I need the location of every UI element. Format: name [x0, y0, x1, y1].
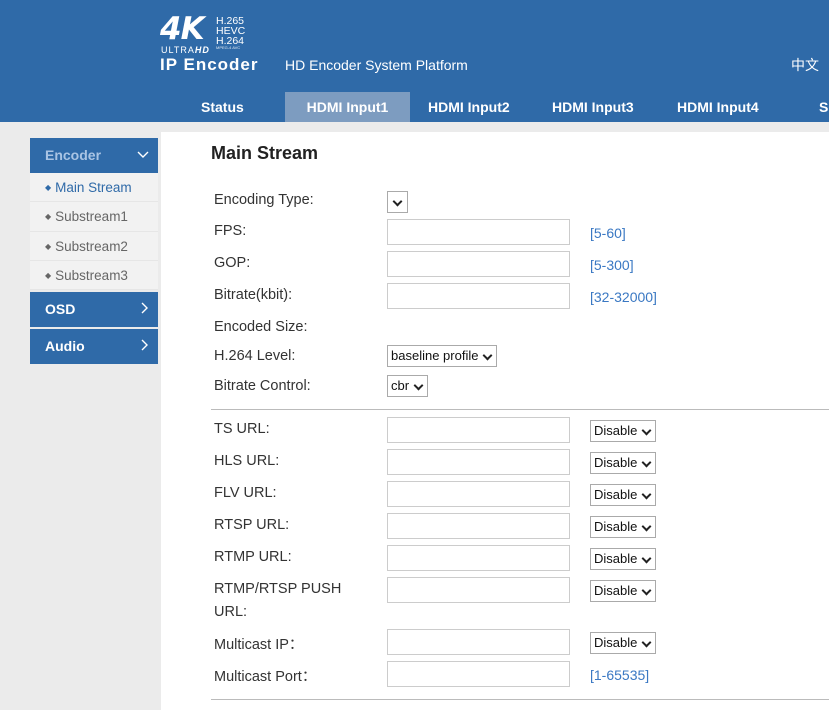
- sidebar-item-substream1[interactable]: ◆ Substream1: [30, 202, 158, 232]
- multicast-port-input[interactable]: [387, 661, 570, 687]
- gop-label: GOP:: [214, 255, 251, 271]
- push-url-label-line2: URL:: [214, 604, 248, 620]
- rtmp-url-input[interactable]: [387, 545, 570, 571]
- bullet-icon: ◆: [45, 212, 52, 222]
- ts-url-label: TS URL:: [214, 421, 270, 437]
- h264-level-select[interactable]: baseline profile: [387, 345, 498, 367]
- encoding-type-select[interactable]: [387, 191, 408, 213]
- logo-ultrahd: ULTRAHD: [161, 45, 210, 55]
- brand-logo: 4K H.265 HEVC H.264 MPEG-4 AVC ULTRAHD I…: [160, 14, 270, 76]
- multicast-port-label: Multicast Port：: [214, 669, 317, 685]
- sidebar-item-label: Substream3: [55, 267, 128, 283]
- gop-input[interactable]: [387, 251, 570, 277]
- fps-range: [5-60]: [590, 225, 626, 241]
- push-url-state-select[interactable]: Disable: [590, 580, 657, 602]
- sidebar-item-substream3[interactable]: ◆ Substream3: [30, 260, 158, 291]
- main-nav: Status HDMI Input1 HDMI Input2 HDMI Inpu…: [0, 92, 829, 122]
- chevron-right-icon: [139, 292, 149, 327]
- tab-status[interactable]: Status: [201, 92, 244, 122]
- section-divider-bottom: [211, 699, 829, 700]
- header-bar: 4K H.265 HEVC H.264 MPEG-4 AVC ULTRAHD I…: [0, 0, 829, 122]
- platform-title: HD Encoder System Platform: [285, 57, 468, 73]
- bitrate-control-label: Bitrate Control:: [214, 378, 311, 394]
- sidebar: Encoder ◆ Main Stream ◆ Substream1 ◆ Substr…: [30, 138, 158, 365]
- multicast-ip-label: Multicast IP：: [214, 637, 304, 653]
- tab-hdmi-input3[interactable]: HDMI Input3: [552, 92, 634, 122]
- bitrate-input[interactable]: [387, 283, 570, 309]
- flv-url-state-select[interactable]: Disable: [590, 484, 657, 506]
- hls-url-label: HLS URL:: [214, 453, 280, 469]
- encoded-size-label: Encoded Size:: [214, 319, 308, 335]
- hls-url-state-select[interactable]: Disable: [590, 452, 657, 474]
- sidebar-item-main-stream[interactable]: ◆ Main Stream: [30, 173, 158, 203]
- tab-system[interactable]: S: [819, 92, 828, 122]
- bitrate-label: Bitrate(kbit):: [214, 287, 293, 303]
- rtmp-url-state-select[interactable]: Disable: [590, 548, 657, 570]
- bitrate-control-select[interactable]: cbr: [387, 375, 429, 397]
- sidebar-group-label: Encoder: [45, 147, 102, 163]
- rtsp-url-label: RTSP URL:: [214, 517, 290, 533]
- tab-hdmi-input2[interactable]: HDMI Input2: [428, 92, 510, 122]
- logo-hd-text: HD: [194, 45, 210, 55]
- sidebar-group-label: Audio: [45, 338, 85, 355]
- push-url-label-line1: RTMP/RTSP PUSH: [214, 581, 342, 597]
- sidebar-item-label: Substream2: [55, 238, 128, 254]
- multicast-port-range: [1-65535]: [590, 667, 650, 683]
- encoding-type-label: Encoding Type:: [214, 192, 314, 208]
- sidebar-group-audio[interactable]: Audio: [30, 329, 158, 365]
- logo-codec-note: MPEG-4 AVC: [216, 45, 241, 50]
- rtmp-url-label: RTMP URL:: [214, 549, 292, 565]
- fps-input[interactable]: [387, 219, 570, 245]
- flv-url-input[interactable]: [387, 481, 570, 507]
- bitrate-range: [32-32000]: [590, 289, 657, 305]
- logo-4k: 4K: [160, 11, 205, 47]
- chevron-right-icon: [139, 329, 149, 364]
- flv-url-label: FLV URL:: [214, 485, 277, 501]
- tab-hdmi-input4[interactable]: HDMI Input4: [677, 92, 759, 122]
- fps-label: FPS:: [214, 223, 247, 239]
- push-url-input[interactable]: [387, 577, 570, 603]
- multicast-ip-state-select[interactable]: Disable: [590, 632, 657, 654]
- ts-url-state-select[interactable]: Disable: [590, 420, 657, 442]
- sidebar-group-label: OSD: [45, 301, 76, 318]
- logo-product-name: IP Encoder: [160, 55, 259, 74]
- rtsp-url-input[interactable]: [387, 513, 570, 539]
- chevron-down-icon: [137, 138, 149, 173]
- main-content: Main Stream Encoding Type: FPS: [5-60] G…: [161, 132, 829, 710]
- multicast-ip-input[interactable]: [387, 629, 570, 655]
- sidebar-item-substream2[interactable]: ◆ Substream2: [30, 231, 158, 261]
- h264-level-label: H.264 Level:: [214, 348, 296, 364]
- bullet-icon: ◆: [45, 241, 52, 251]
- logo-codecs: H.265 HEVC H.264 MPEG-4 AVC: [216, 16, 245, 50]
- gop-range: [5-300]: [590, 257, 634, 273]
- rtsp-url-state-select[interactable]: Disable: [590, 516, 657, 538]
- hls-url-input[interactable]: [387, 449, 570, 475]
- sidebar-item-label: Main Stream: [55, 180, 132, 195]
- bullet-icon: ◆: [45, 183, 52, 192]
- language-switch[interactable]: 中文: [791, 55, 819, 75]
- ts-url-input[interactable]: [387, 417, 570, 443]
- sidebar-group-osd[interactable]: OSD: [30, 292, 158, 328]
- page-title: Main Stream: [211, 143, 319, 163]
- tab-hdmi-input1[interactable]: HDMI Input1: [285, 92, 410, 122]
- section-divider: [211, 409, 829, 410]
- sidebar-item-label: Substream1: [55, 209, 128, 225]
- logo-ultra-text: ULTRA: [161, 45, 195, 55]
- sidebar-group-encoder[interactable]: Encoder: [30, 138, 158, 173]
- bullet-icon: ◆: [45, 270, 52, 280]
